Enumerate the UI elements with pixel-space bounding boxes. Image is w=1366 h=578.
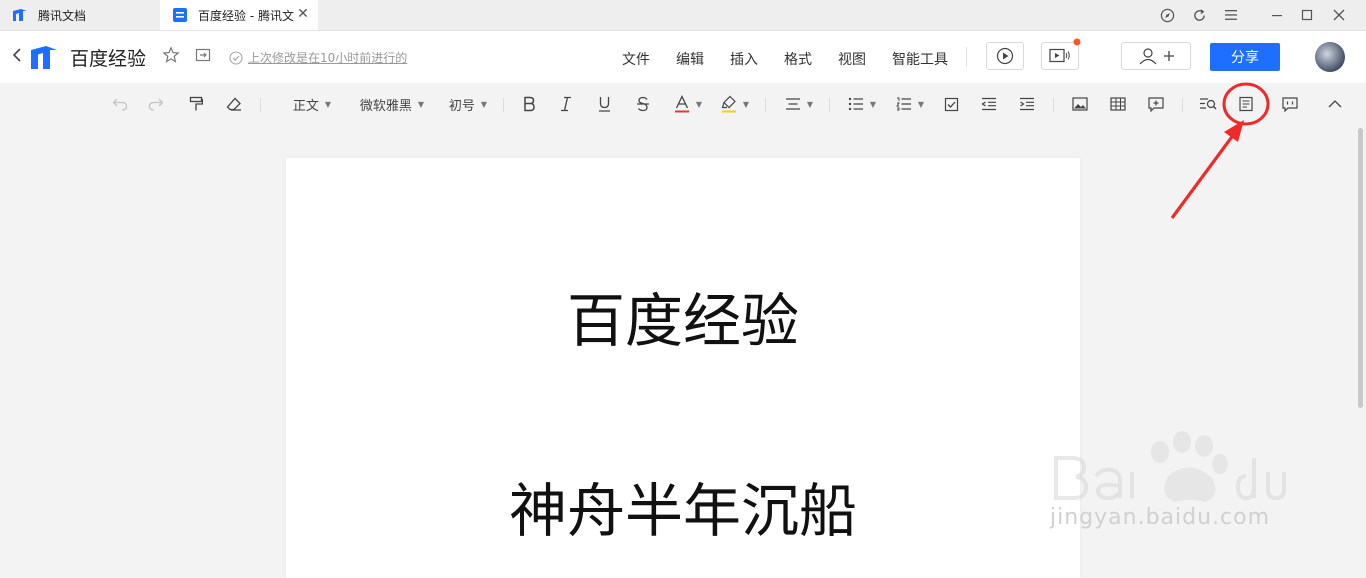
caret-down-icon: ▼: [324, 99, 332, 109]
highlight-color-picker[interactable]: ▼: [719, 94, 751, 114]
maximize-icon[interactable]: [1298, 6, 1316, 24]
tab-tencent-docs[interactable]: 腾讯文档: [0, 0, 158, 30]
caret-down-icon: ▼: [806, 99, 814, 109]
toolbar-divider: [260, 98, 261, 112]
toolbar-divider: [765, 98, 766, 112]
menu-icon[interactable]: [1222, 6, 1240, 24]
paragraph-style-value: 正文: [292, 98, 319, 114]
save-status-text: 上次修改是在10小时前进行的: [248, 51, 408, 65]
tab-label: 腾讯文档: [38, 8, 87, 23]
redo-icon[interactable]: [146, 94, 166, 114]
toolbar-divider: [1053, 98, 1054, 112]
menu-file[interactable]: 文件: [622, 49, 650, 69]
check-circle-icon: [229, 50, 243, 65]
tab-document[interactable]: 百度经验 - 腾讯文 ✕: [160, 0, 318, 30]
font-family-value: 微软雅黑: [359, 98, 412, 114]
play-icon: [996, 47, 1014, 65]
align-center-icon: [785, 98, 800, 110]
refresh-icon[interactable]: [1190, 6, 1208, 24]
insert-image-icon[interactable]: [1070, 94, 1090, 114]
header-divider: [966, 47, 967, 67]
clear-format-icon[interactable]: [224, 94, 244, 114]
document-page[interactable]: 百度经验 神舟半年沉船: [286, 158, 1080, 578]
caret-down-icon: ▼: [917, 99, 925, 109]
title-bar: 腾讯文档 百度经验 - 腾讯文 ✕: [0, 0, 1366, 31]
presentation-button[interactable]: [1041, 42, 1079, 70]
menu-smart-tools[interactable]: 智能工具: [892, 49, 948, 69]
tab-label: 百度经验 - 腾讯文: [198, 8, 294, 23]
caret-down-icon: ▼: [695, 99, 703, 109]
caret-down-icon: ▼: [742, 99, 750, 109]
font-color-icon: [674, 95, 689, 113]
tencent-docs-icon: [12, 7, 28, 23]
menu-view[interactable]: 视图: [838, 49, 866, 69]
menu-format[interactable]: 格式: [784, 49, 812, 69]
strikethrough-icon[interactable]: [633, 94, 653, 114]
numbered-list-icon: [896, 97, 911, 111]
avatar[interactable]: [1315, 42, 1345, 72]
bold-icon[interactable]: [519, 94, 539, 114]
font-size-select[interactable]: 初号 ▼: [445, 94, 491, 114]
caret-down-icon: ▼: [480, 99, 488, 109]
vertical-scrollbar[interactable]: [1358, 128, 1363, 408]
increase-indent-icon[interactable]: [1017, 94, 1037, 114]
decrease-indent-icon[interactable]: [979, 94, 999, 114]
document-title[interactable]: 百度经验: [70, 44, 146, 71]
bullet-list-icon: [848, 97, 863, 111]
close-tab-icon[interactable]: ✕: [296, 7, 310, 21]
presentation-icon: [1049, 48, 1070, 63]
add-collaborator-button[interactable]: [1121, 42, 1191, 70]
bullet-list-select[interactable]: ▼: [846, 94, 878, 114]
menu-edit[interactable]: 编辑: [676, 49, 704, 69]
numbered-list-select[interactable]: ▼: [894, 94, 926, 114]
collapse-toolbar-icon[interactable]: [1325, 94, 1345, 114]
toolbar-divider: [829, 98, 830, 112]
underline-icon[interactable]: [594, 94, 614, 114]
highlighter-icon: [721, 95, 736, 113]
add-user-icon: [1139, 48, 1174, 65]
caret-down-icon: ▼: [869, 99, 877, 109]
caret-down-icon: ▼: [417, 99, 425, 109]
document-icon: [172, 7, 188, 23]
document-subheading[interactable]: 神舟半年沉船: [286, 464, 1080, 548]
font-size-value: 初号: [448, 98, 475, 114]
insert-table-icon[interactable]: [1108, 94, 1128, 114]
checklist-icon[interactable]: [941, 94, 961, 114]
back-icon[interactable]: [12, 47, 22, 66]
annotation-arrow: [1170, 82, 1270, 219]
menu-insert[interactable]: 插入: [730, 49, 758, 69]
watermark-text: jingyan.baidu.com: [1050, 505, 1271, 530]
share-button[interactable]: 分享: [1210, 43, 1280, 71]
format-painter-icon[interactable]: [186, 94, 206, 114]
save-status[interactable]: 上次修改是在10小时前进行的: [229, 49, 407, 66]
play-button[interactable]: [986, 42, 1024, 70]
align-select[interactable]: ▼: [783, 94, 815, 114]
font-family-select[interactable]: 微软雅黑 ▼: [355, 94, 429, 114]
font-color-picker[interactable]: ▼: [672, 94, 704, 114]
close-window-icon[interactable]: [1330, 6, 1348, 24]
notification-dot: [1073, 38, 1081, 46]
document-heading[interactable]: 百度经验: [286, 274, 1080, 358]
comments-panel-icon[interactable]: [1280, 94, 1300, 114]
compass-icon[interactable]: [1158, 6, 1176, 24]
move-to-folder-icon[interactable]: [195, 47, 211, 63]
italic-icon[interactable]: [556, 94, 576, 114]
toolbar-divider: [503, 98, 504, 112]
minimize-icon[interactable]: [1268, 6, 1286, 24]
star-icon[interactable]: [162, 46, 180, 64]
paragraph-style-select[interactable]: 正文 ▼: [286, 94, 338, 114]
undo-icon[interactable]: [110, 94, 130, 114]
tencent-docs-logo[interactable]: [30, 43, 58, 71]
